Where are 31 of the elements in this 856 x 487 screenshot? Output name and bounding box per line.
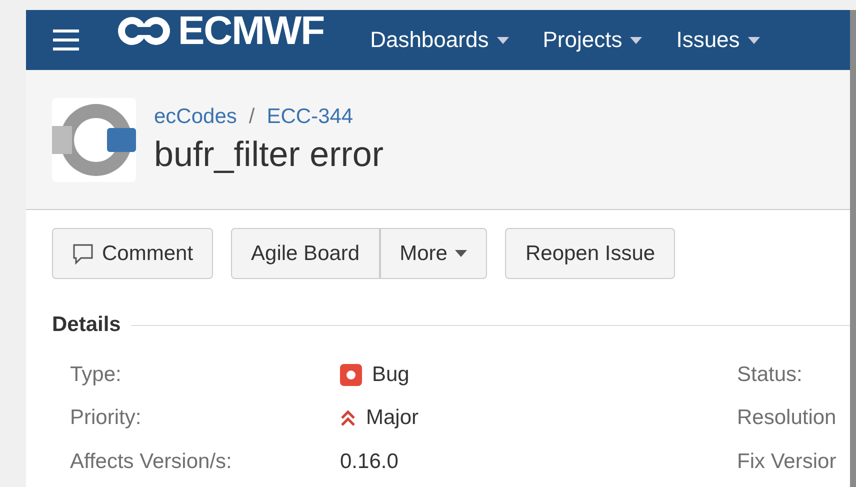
field-label: Fix Versior [737, 450, 838, 474]
more-dropdown-button[interactable]: More [380, 228, 488, 279]
toolbar-button[interactable]: Reopen Issue [505, 228, 676, 279]
double-chevron-up-icon [340, 409, 356, 428]
caret-icon [748, 36, 760, 44]
breadcrumb-separator: / [248, 104, 255, 128]
field-label: Type: [70, 362, 122, 387]
caret-icon [630, 36, 642, 44]
field-label: Priority: [70, 406, 142, 430]
field-value: Bug [372, 362, 410, 387]
logo-text[interactable]: ECMWF [178, 10, 324, 54]
comment-button[interactable]: Comment [52, 228, 214, 279]
field-label: Status: [737, 362, 804, 387]
field-value: Major [366, 406, 419, 430]
breadcrumb-link[interactable]: ecCodes [154, 104, 237, 128]
toolbar-button[interactable]: Agile Board [231, 228, 380, 279]
field-value: 0.16.0 [340, 450, 398, 474]
nav-menu[interactable]: Projects [542, 27, 642, 53]
field-label: Resolution [737, 406, 838, 430]
bug-icon [340, 364, 362, 386]
caret-icon [496, 36, 509, 44]
caret-icon [455, 250, 468, 257]
speech-bubble-icon [72, 242, 94, 264]
issue-title: bufr_filter error [154, 134, 384, 174]
field-label: Affects Version/s: [70, 450, 233, 474]
menu-icon[interactable] [52, 29, 80, 51]
nav-menu[interactable]: Issues [676, 27, 760, 53]
nav-menu[interactable]: Dashboards [370, 27, 509, 53]
breadcrumb-link[interactable]: ECC-344 [266, 104, 354, 128]
section-heading: Details [52, 313, 121, 337]
logo-icon [116, 15, 172, 47]
